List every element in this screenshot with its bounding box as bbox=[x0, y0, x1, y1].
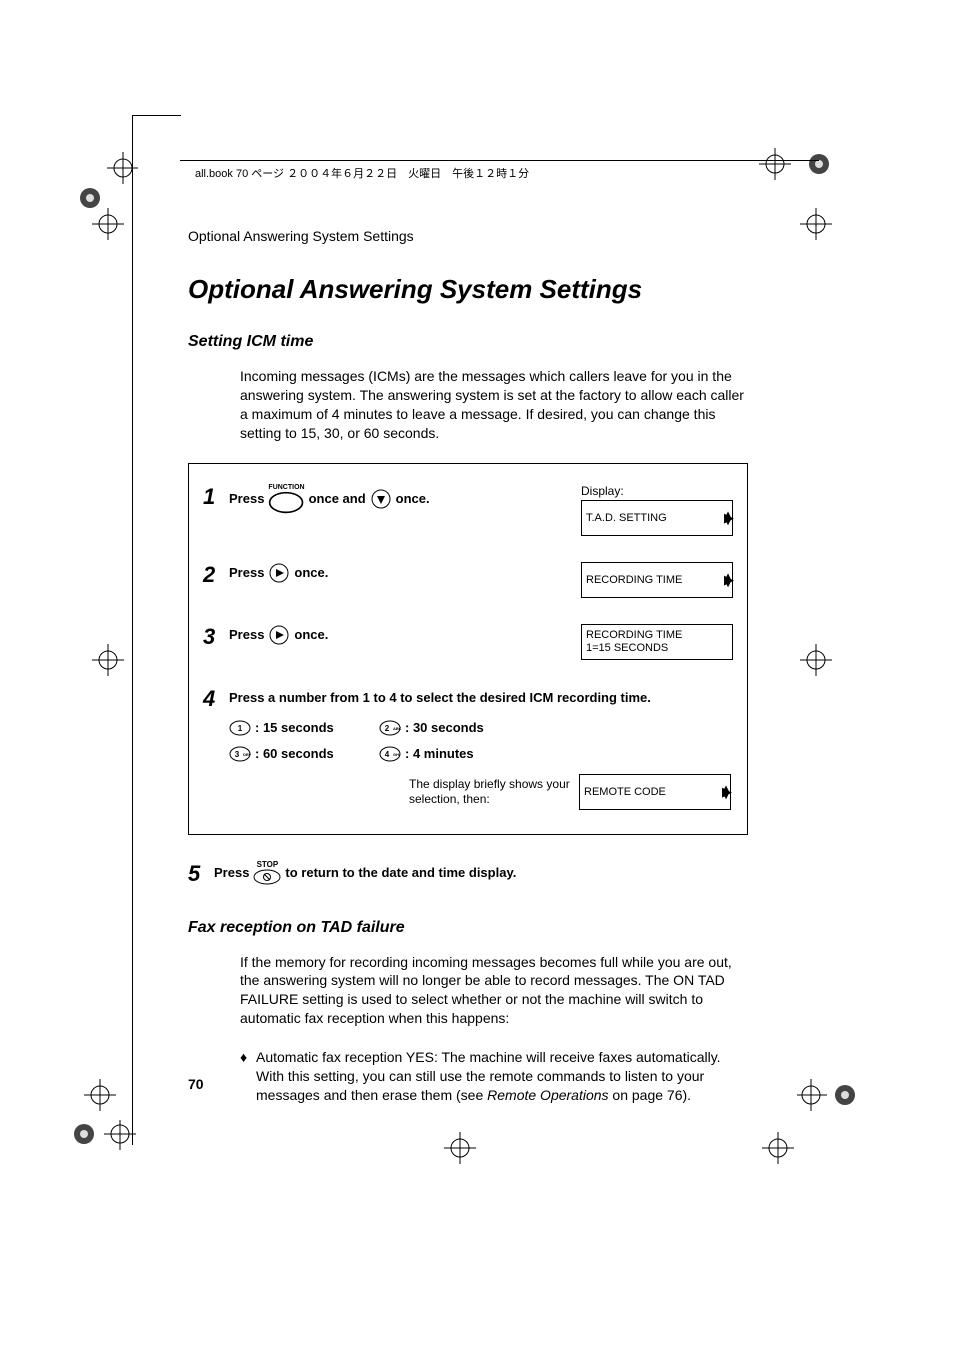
svg-text:ABC: ABC bbox=[393, 726, 401, 731]
section1-heading: Setting ICM time bbox=[188, 333, 748, 351]
steps-box: 1 Press FUNCTION once and once. bbox=[188, 463, 748, 835]
key-1-icon: 1 bbox=[229, 720, 251, 736]
section2-heading: Fax reception on TAD failure bbox=[188, 919, 748, 937]
step-5: 5 Press STOP to return to the date and t… bbox=[188, 861, 748, 885]
bullet-ref: Remote Operations bbox=[487, 1087, 608, 1103]
crop-mark-top-right bbox=[757, 146, 837, 206]
right-arrow-key-icon bbox=[268, 624, 290, 646]
step-3: 3 Press once. RECORDING TIME 1=15 SECOND… bbox=[203, 608, 733, 670]
crop-mark-bottom-left bbox=[70, 1120, 150, 1180]
display-recording-time-15s: RECORDING TIME 1=15 SECONDS bbox=[581, 624, 733, 660]
step2-once: once. bbox=[294, 565, 328, 580]
left-margin-rule bbox=[132, 115, 133, 1145]
step-1: 1 Press FUNCTION once and once. bbox=[203, 474, 733, 546]
step-number: 1 bbox=[203, 484, 229, 508]
right-tri-icon: ▶ bbox=[724, 510, 734, 524]
page-title: Optional Answering System Settings bbox=[188, 274, 748, 305]
right-tri-icon: ▶ bbox=[724, 572, 734, 586]
option-15s: 1 : 15 seconds bbox=[229, 720, 379, 736]
right-arrow-key-icon bbox=[268, 562, 290, 584]
step-number: 3 bbox=[203, 624, 229, 648]
option-30s: 2ABC : 30 seconds bbox=[379, 720, 549, 736]
stop-key-icon: STOP bbox=[253, 861, 281, 885]
key-2-icon: 2ABC bbox=[379, 720, 401, 736]
svg-text:3: 3 bbox=[235, 750, 240, 759]
corner-rule-tl bbox=[132, 115, 181, 164]
section2-paragraph: If the memory for recording incoming mes… bbox=[240, 953, 748, 1029]
step-4: 4 Press a number from 1 to 4 to select t… bbox=[203, 670, 733, 820]
svg-text:2: 2 bbox=[385, 724, 390, 733]
header-bookline: all.book 70 ページ ２００４年６月２２日 火曜日 午後１２時１分 bbox=[195, 165, 529, 181]
step-number: 5 bbox=[188, 861, 214, 885]
option-4min: 4GHI : 4 minutes bbox=[379, 746, 549, 762]
step3-press: Press bbox=[229, 627, 264, 642]
step5-rest: to return to the date and time display. bbox=[285, 865, 516, 880]
bullet-text-post: on page 76). bbox=[609, 1087, 692, 1103]
step2-press: Press bbox=[229, 565, 264, 580]
bullet-icon: ♦ bbox=[240, 1048, 256, 1105]
step4-note: The display briefly shows your selection… bbox=[409, 777, 579, 806]
display-recording-time: RECORDING TIME ▶ bbox=[581, 562, 733, 598]
display-remote-code: REMOTE CODE ▶ bbox=[579, 774, 731, 810]
key-3-icon: 3DEF bbox=[229, 746, 251, 762]
crop-mark-bottom-right bbox=[758, 1128, 798, 1168]
svg-text:1: 1 bbox=[238, 724, 243, 733]
crop-mark-right-3 bbox=[797, 1075, 857, 1115]
running-head: Optional Answering System Settings bbox=[188, 228, 748, 244]
down-arrow-key-icon bbox=[370, 488, 392, 510]
crop-mark-left-2 bbox=[88, 640, 128, 680]
crop-mark-top-left bbox=[78, 150, 138, 210]
step1-once: once. bbox=[396, 491, 430, 506]
crop-mark-bottom-center bbox=[440, 1128, 480, 1168]
step-2: 2 Press once. RECORDING TIME bbox=[203, 546, 733, 608]
key-4-icon: 4GHI bbox=[379, 746, 401, 762]
option-60s: 3DEF : 60 seconds bbox=[229, 746, 379, 762]
step-number: 2 bbox=[203, 562, 229, 586]
header-rule bbox=[180, 160, 819, 161]
crop-mark-right-2 bbox=[796, 640, 836, 680]
step1-press: Press bbox=[229, 491, 264, 506]
step4-instruction: Press a number from 1 to 4 to select the… bbox=[229, 690, 651, 705]
display-tad-setting: T.A.D. SETTING ▶ bbox=[581, 500, 733, 536]
section2-bullet: ♦ Automatic fax reception YES: The machi… bbox=[240, 1048, 748, 1105]
step3-once: once. bbox=[294, 627, 328, 642]
page-number: 70 bbox=[188, 1076, 204, 1092]
svg-text:DEF: DEF bbox=[243, 752, 251, 757]
svg-text:GHI: GHI bbox=[393, 752, 400, 757]
display-label: Display: bbox=[581, 484, 733, 498]
function-key-icon: FUNCTION bbox=[268, 484, 304, 514]
section1-paragraph: Incoming messages (ICMs) are the message… bbox=[240, 367, 748, 443]
step5-press: Press bbox=[214, 865, 249, 880]
crop-mark-right-1 bbox=[796, 204, 836, 244]
step1-once-and: once and bbox=[309, 491, 366, 506]
step-number: 4 bbox=[203, 686, 229, 710]
crop-mark-left-3 bbox=[80, 1075, 120, 1115]
svg-text:4: 4 bbox=[385, 750, 390, 759]
crop-mark-left-1 bbox=[88, 204, 128, 244]
right-tri-icon: ▶ bbox=[722, 784, 732, 798]
